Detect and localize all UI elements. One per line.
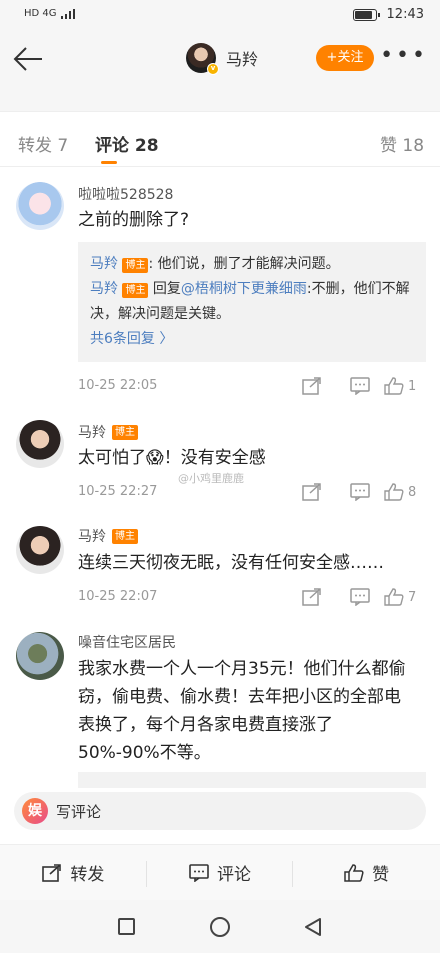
comment-username[interactable]: 马羚 bbox=[78, 526, 106, 546]
comment-item: 马羚 博主 连续三天彻夜无眠，没有任何安全感…… 10-25 22:07 7 bbox=[0, 516, 440, 628]
comment-tabs: 转发 7 评论 28 赞 18 bbox=[0, 113, 440, 167]
reply-prefix: 回复 bbox=[152, 281, 181, 297]
comment-time: 10-25 22:05 bbox=[78, 378, 158, 393]
reply-item: 马羚 博主 回复@梧桐树下更兼细雨:不删，他们不解决，解决问题是关键。 bbox=[90, 277, 414, 327]
battery-icon bbox=[352, 8, 380, 21]
verified-icon: v bbox=[207, 63, 219, 75]
emoji-avatar-icon: 娱 bbox=[22, 798, 48, 824]
more-icon[interactable]: ••• bbox=[380, 45, 428, 67]
avatar[interactable] bbox=[16, 182, 64, 230]
reply-username[interactable]: 马羚 bbox=[90, 281, 118, 297]
blogger-badge: 博主 bbox=[112, 424, 138, 440]
comment-time: 10-25 22:07 bbox=[78, 589, 158, 604]
comment-text: 连续三天彻夜无眠，没有任何安全感…… bbox=[78, 553, 384, 573]
thumbs-up-icon bbox=[344, 863, 364, 882]
comment-input[interactable]: 娱 写评论 bbox=[14, 792, 426, 830]
replies-box bbox=[78, 772, 426, 788]
recent-apps-icon[interactable] bbox=[118, 918, 135, 935]
repost-button[interactable]: 转发 bbox=[0, 845, 147, 900]
follow-button[interactable]: +关注 bbox=[316, 45, 374, 71]
back-icon[interactable] bbox=[303, 917, 323, 937]
comment-item: 马羚 博主 太可怕了😱！没有安全感 10-25 22:27 8 bbox=[0, 406, 440, 516]
thumbs-up-icon bbox=[384, 588, 404, 606]
replies-box[interactable]: 马羚 博主: 他们说，删了才能解决问题。 马羚 博主 回复@梧桐树下更兼细雨:不… bbox=[78, 242, 426, 362]
network-indicator: HD 4G bbox=[24, 8, 75, 19]
share-icon[interactable] bbox=[288, 374, 336, 398]
profile-header[interactable]: v 马羚 bbox=[186, 43, 258, 75]
reply-icon[interactable] bbox=[336, 585, 384, 609]
comment-button[interactable]: 评论 bbox=[147, 845, 294, 900]
avatar[interactable] bbox=[16, 526, 64, 574]
home-icon[interactable] bbox=[210, 917, 230, 937]
tab-repost[interactable]: 转发 7 bbox=[18, 131, 68, 156]
comment-text: 我家水费一个人一个月35元！他们什么都偷窃，偷电费、偷水费！去年把小区的全部电表… bbox=[78, 659, 406, 763]
tab-comments[interactable]: 评论 28 bbox=[95, 131, 159, 156]
repost-icon bbox=[42, 863, 62, 882]
reply-username[interactable]: 马羚 bbox=[90, 256, 118, 272]
comment-username[interactable]: 啦啦啦528528 bbox=[78, 184, 173, 204]
top-nav: v 马羚 +关注 ••• bbox=[0, 32, 440, 86]
action-bar: 转发 评论 赞 bbox=[0, 844, 440, 900]
comment-input-placeholder[interactable]: 写评论 bbox=[56, 801, 101, 822]
signal-icon bbox=[60, 8, 75, 19]
divider bbox=[0, 86, 440, 112]
blogger-badge: 博主 bbox=[112, 528, 138, 544]
like-button[interactable]: 8 bbox=[384, 483, 426, 501]
like-button[interactable]: 1 bbox=[384, 377, 426, 395]
comment-text: 太可怕了😱！没有安全感 bbox=[78, 448, 266, 468]
clock: 12:43 bbox=[386, 7, 424, 22]
comment-text: 之前的删除了? bbox=[78, 210, 190, 230]
reply-item: 马羚 博主: 他们说，删了才能解决问题。 bbox=[90, 252, 414, 277]
comment-icon bbox=[189, 863, 209, 882]
system-nav-bar bbox=[0, 900, 440, 953]
comment-username[interactable]: 马羚 bbox=[78, 422, 106, 442]
status-bar: HD 4G 12:43 bbox=[0, 0, 440, 32]
mention-link[interactable]: @梧桐树下更兼细雨 bbox=[181, 281, 307, 297]
profile-name[interactable]: 马羚 bbox=[226, 46, 258, 70]
comment-username[interactable]: 噪音住宅区居民 bbox=[78, 632, 176, 652]
avatar[interactable] bbox=[16, 632, 64, 680]
comment-item: 啦啦啦528528 之前的删除了? 马羚 博主: 他们说，删了才能解决问题。 马… bbox=[0, 168, 440, 406]
blogger-badge: 博主 bbox=[122, 258, 149, 273]
view-replies-link[interactable]: 共6条回复 〉 bbox=[90, 327, 414, 352]
thumbs-up-icon bbox=[384, 377, 404, 395]
reply-icon[interactable] bbox=[336, 374, 384, 398]
back-arrow-icon[interactable] bbox=[12, 44, 44, 74]
tab-likes[interactable]: 赞 18 bbox=[380, 131, 424, 156]
chevron-right-icon: 〉 bbox=[159, 331, 174, 347]
blogger-badge: 博主 bbox=[122, 283, 149, 298]
comment-item: 噪音住宅区居民 我家水费一个人一个月35元！他们什么都偷窃，偷电费、偷水费！去年… bbox=[0, 628, 440, 788]
like-button[interactable]: 7 bbox=[384, 588, 426, 606]
thumbs-up-icon bbox=[384, 483, 404, 501]
reply-text: : 他们说，删了才能解决问题。 bbox=[148, 256, 340, 272]
watermark: @小鸡里鹿鹿 bbox=[178, 472, 244, 485]
reply-icon[interactable] bbox=[336, 480, 384, 504]
like-button[interactable]: 赞 bbox=[293, 845, 440, 900]
share-icon[interactable] bbox=[288, 585, 336, 609]
comment-time: 10-25 22:27 bbox=[78, 484, 158, 499]
avatar[interactable]: v bbox=[186, 43, 219, 75]
share-icon[interactable] bbox=[288, 480, 336, 504]
tab-indicator bbox=[101, 161, 117, 164]
avatar[interactable] bbox=[16, 420, 64, 468]
